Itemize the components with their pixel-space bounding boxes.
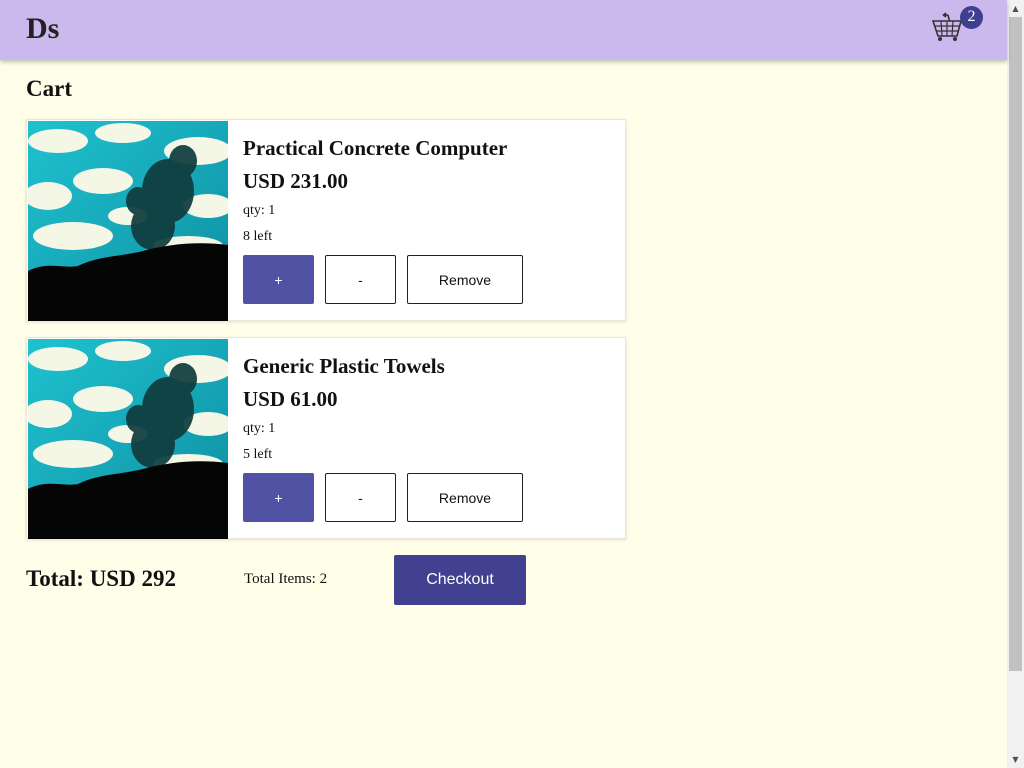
item-details: Practical Concrete Computer USD 231.00 q…	[243, 120, 623, 320]
product-name[interactable]: Practical Concrete Computer	[243, 136, 507, 161]
top-navbar: Ds 2	[0, 0, 1007, 60]
increase-quantity-button[interactable]: +	[243, 473, 314, 522]
scroll-down-icon[interactable]: ▼	[1007, 751, 1024, 768]
product-image	[28, 121, 228, 321]
remove-item-button[interactable]: Remove	[407, 473, 523, 522]
shopping-cart-icon	[931, 12, 963, 41]
vertical-scrollbar[interactable]: ▲ ▼	[1007, 0, 1024, 768]
product-price: USD 231.00	[243, 169, 349, 193]
remove-item-button[interactable]: Remove	[407, 255, 523, 304]
page-title: Cart	[26, 76, 72, 101]
decrease-quantity-button[interactable]: -	[325, 473, 396, 522]
product-image	[28, 339, 228, 539]
cart-item: Generic Plastic Towels USD 61.00 qty: 1 …	[26, 337, 626, 539]
cart-item: Practical Concrete Computer USD 231.00 q…	[26, 119, 626, 321]
checkout-button[interactable]: Checkout	[394, 555, 526, 605]
item-details: Generic Plastic Towels USD 61.00 qty: 1 …	[243, 338, 623, 538]
decrease-quantity-button[interactable]: -	[325, 255, 396, 304]
cart-total: Total: USD 292	[26, 566, 176, 591]
product-price: USD 61.00	[243, 387, 338, 411]
brand-logo[interactable]: Ds	[26, 12, 59, 46]
quantity-label: qty: 1	[243, 421, 276, 436]
product-name[interactable]: Generic Plastic Towels	[243, 354, 445, 379]
scrollbar-thumb[interactable]	[1009, 17, 1022, 671]
increase-quantity-button[interactable]: +	[243, 255, 314, 304]
cart-count-badge: 2	[960, 6, 983, 29]
total-items-count: Total Items: 2	[244, 571, 328, 587]
stock-label: 8 left	[243, 229, 273, 244]
cart-button[interactable]: 2	[928, 6, 984, 50]
quantity-label: qty: 1	[243, 203, 276, 218]
scroll-up-icon[interactable]: ▲	[1007, 0, 1024, 17]
stock-label: 5 left	[243, 447, 273, 462]
